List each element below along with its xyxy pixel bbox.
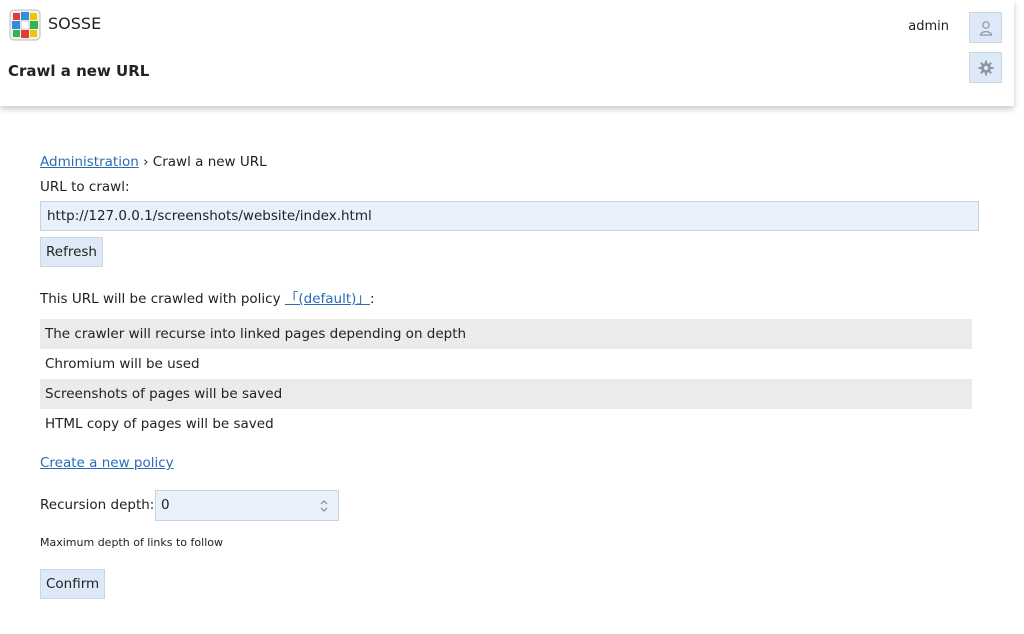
confirm-button[interactable]: Confirm (40, 569, 106, 599)
policy-detail-row: The crawler will recurse into linked pag… (40, 319, 972, 349)
sosse-logo-icon[interactable] (9, 9, 41, 41)
page-title: Crawl a new URL (8, 62, 150, 80)
header: SOSSE Crawl a new URL admin (0, 0, 1014, 106)
policy-prefix: This URL will be crawled with policy (40, 291, 281, 307)
breadcrumb-current: Crawl a new URL (152, 154, 267, 170)
policy-suffix: : (369, 291, 375, 307)
stepper-arrows-icon[interactable] (318, 498, 330, 514)
breadcrumb-administration-link[interactable]: Administration (40, 154, 139, 170)
policy-details-table: The crawler will recurse into linked pag… (40, 319, 972, 439)
policy-detail-row: Chromium will be used (45, 356, 200, 372)
policy-link[interactable]: 「(default)」 (285, 291, 370, 307)
recursion-depth-help: Maximum depth of links to follow (40, 536, 223, 549)
breadcrumb: Administration › Crawl a new URL (40, 154, 267, 170)
policy-detail-row: HTML copy of pages will be saved (45, 416, 274, 432)
recursion-depth-value: 0 (161, 497, 170, 513)
url-input[interactable]: http://127.0.0.1/screenshots/website/ind… (40, 201, 979, 231)
breadcrumb-separator: › (143, 154, 149, 170)
refresh-button[interactable]: Refresh (40, 237, 103, 267)
create-policy-link[interactable]: Create a new policy (40, 455, 174, 471)
policy-line: This URL will be crawled with policy 「(d… (40, 287, 375, 307)
user-menu-button[interactable] (969, 12, 1002, 43)
username: admin (908, 19, 949, 34)
url-label: URL to crawl: (40, 179, 130, 195)
user-icon (979, 20, 992, 36)
policy-detail-row: Screenshots of pages will be saved (40, 379, 972, 409)
gear-icon (978, 60, 993, 75)
app-name[interactable]: SOSSE (48, 14, 101, 33)
settings-button[interactable] (969, 52, 1002, 83)
recursion-depth-label: Recursion depth: (40, 497, 155, 513)
recursion-depth-input[interactable]: 0 (155, 490, 339, 521)
